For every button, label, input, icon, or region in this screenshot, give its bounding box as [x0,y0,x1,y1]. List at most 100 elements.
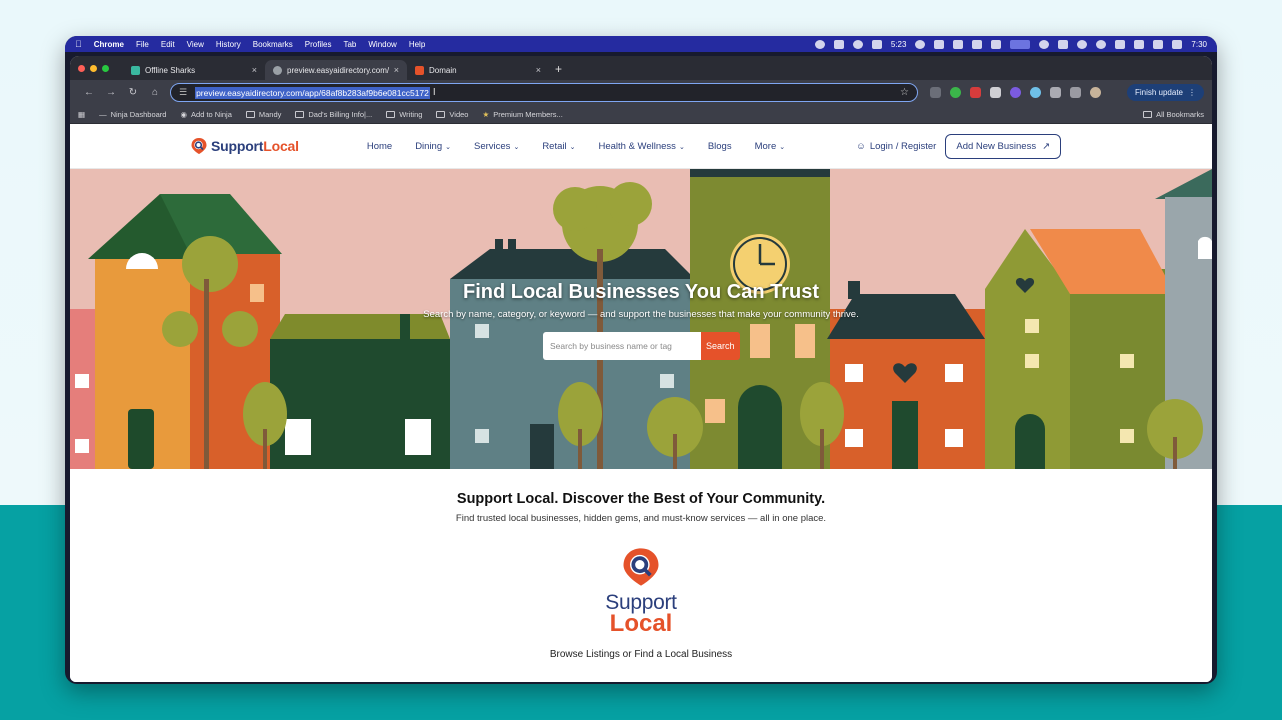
tab-preview[interactable]: preview.easyaidirectory.com/ × [265,60,407,80]
tray-icon[interactable] [1115,39,1126,49]
timer-readout[interactable]: 5:23 [891,40,907,49]
extension-icon[interactable] [970,87,981,98]
tray-icon[interactable] [915,39,926,49]
control-center-icon[interactable] [1172,39,1183,49]
extension-icon[interactable] [950,87,961,98]
nav-label: Retail [542,140,567,152]
menu-history[interactable]: History [216,40,241,49]
home-icon[interactable]: ⌂ [144,87,166,98]
tray-icon[interactable] [934,39,945,49]
forward-icon[interactable]: → [100,87,122,98]
nav-retail[interactable]: Retail ⌄ [542,141,575,152]
close-window-icon[interactable] [78,64,85,72]
site-info-icon[interactable]: ☰ [179,87,187,98]
user-icon: ☺ [856,140,866,152]
folder-icon [1143,110,1153,118]
nav-home[interactable]: Home [367,141,392,152]
main-nav: Home Dining ⌄ Services ⌄ Retail ⌄ Health & … [367,141,808,152]
add-new-business-button[interactable]: Add New Business ↗ [945,133,1062,159]
search-icon[interactable] [1077,39,1088,49]
apple-icon[interactable]:  [75,39,82,49]
search-button[interactable]: Search [701,332,740,360]
side-panel-icon[interactable] [1070,87,1081,98]
menu-profiles[interactable]: Profiles [305,40,332,49]
site-logo[interactable]: SupportLocal [190,137,299,155]
tab-title: Domain [429,65,457,75]
bookmark-ninja-dashboard[interactable]: — Ninja Dashboard [99,110,166,119]
tray-icon[interactable] [1096,39,1107,49]
bookmark-premium-members[interactable]: ★ Premium Members... [482,110,562,119]
finish-update-button[interactable]: Finish update ⋮ [1126,84,1204,101]
more-menu-icon[interactable]: ⋮ [1188,88,1196,97]
tray-icon[interactable] [852,39,863,49]
bookmarks-bar: ▦ — Ninja Dashboard ◉ Add to Ninja Mandy D… [70,105,1212,124]
new-tab-button[interactable]: + [555,60,562,80]
menu-tab[interactable]: Tab [343,40,356,49]
bookmark-dads-billing[interactable]: Dad's Billing Info|... [295,110,372,119]
bookmark-video[interactable]: Video [436,110,468,119]
battery-icon[interactable] [1153,39,1164,49]
tray-icon[interactable] [1039,39,1050,49]
close-tab-icon[interactable]: × [252,65,257,75]
bookmark-label: Dad's Billing Info|... [308,109,373,119]
nav-dining[interactable]: Dining ⌄ [415,141,451,152]
menu-help[interactable]: Help [409,40,425,49]
extension-icon[interactable] [1030,87,1041,98]
all-bookmarks[interactable]: All Bookmarks [1143,110,1204,119]
tray-icon[interactable] [833,39,844,49]
laptop-screen:  Chrome File Edit View History Bookmark… [65,36,1217,684]
menu-edit[interactable]: Edit [161,40,175,49]
business-search-input[interactable] [543,332,701,360]
menu-app[interactable]: Chrome [94,40,124,49]
profile-avatar[interactable] [1090,87,1101,98]
screen-share-icon[interactable] [1010,39,1031,49]
back-icon[interactable]: ← [78,87,100,98]
bookmark-writing[interactable]: Writing [386,110,422,119]
tray-icon[interactable] [972,39,983,49]
globe-icon: ◉ [180,109,188,119]
tab-domain[interactable]: Domain × [407,60,549,80]
location-pin-icon [191,138,207,154]
menu-bookmarks[interactable]: Bookmarks [253,40,293,49]
hero-title: Find Local Businesses You Can Trust [462,281,819,303]
browser-window: Offline Sharks × preview.easyaidirectory… [70,56,1212,682]
menu-view[interactable]: View [187,40,204,49]
nav-more[interactable]: More ⌄ [755,141,786,152]
menu-file[interactable]: File [136,40,149,49]
bookmark-add-to-ninja[interactable]: ◉ Add to Ninja [180,110,231,119]
extension-icon[interactable] [1010,87,1021,98]
bookmark-star-icon[interactable]: ☆ [900,87,909,98]
address-bar[interactable]: ☰ preview.easyaidirectory.com/app/68af8b… [170,83,918,102]
bookmark-label: Add to Ninja [191,109,232,119]
window-controls [78,56,109,80]
puzzle-icon[interactable] [1050,87,1061,98]
menu-window[interactable]: Window [368,40,396,49]
tray-icon[interactable] [871,39,882,49]
chevron-down-icon: ⌄ [445,143,451,151]
brand-local: Local [263,138,299,154]
close-tab-icon[interactable]: × [536,65,541,75]
nav-blogs[interactable]: Blogs [708,141,732,152]
tray-icon[interactable] [953,39,964,49]
bookmark-mandy[interactable]: Mandy [245,110,281,119]
wifi-icon[interactable] [1134,39,1145,49]
brand-name: SupportLocal [211,138,299,154]
globe-favicon-icon [273,65,282,75]
apps-grid-icon[interactable]: ▦ [78,110,85,119]
text-cursor-icon: I [432,87,436,98]
url-text[interactable]: preview.easyaidirectory.com/app/68af8b28… [195,86,430,99]
login-register-link[interactable]: ☺ Login / Register [856,141,936,152]
extension-icon[interactable] [930,87,941,98]
tray-icon[interactable] [814,39,825,49]
tab-strip: Offline Sharks × preview.easyaidirectory… [70,56,1212,80]
tab-offline-sharks[interactable]: Offline Sharks × [123,60,265,80]
nav-health-wellness[interactable]: Health & Wellness ⌄ [598,141,684,152]
nav-services[interactable]: Services ⌄ [474,141,519,152]
tray-icon[interactable] [1058,39,1069,49]
tray-icon[interactable] [991,39,1002,49]
eyedropper-icon[interactable] [990,87,1001,98]
close-tab-icon[interactable]: × [394,65,399,75]
minimize-window-icon[interactable] [90,64,97,72]
zoom-window-icon[interactable] [102,64,109,72]
reload-icon[interactable]: ↻ [122,87,144,98]
